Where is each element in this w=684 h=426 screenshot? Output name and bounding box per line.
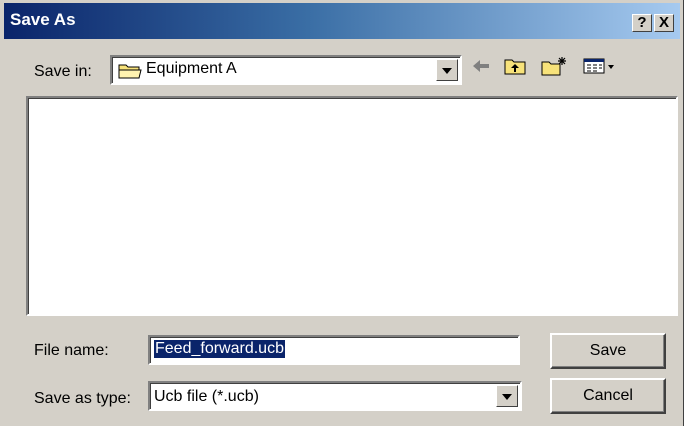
window-title: Save As bbox=[10, 10, 76, 29]
view-menu-icon[interactable] bbox=[582, 55, 618, 77]
save-as-type-value: Ucb file (*.ucb) bbox=[154, 388, 259, 405]
save-button[interactable]: Save bbox=[550, 333, 666, 369]
chevron-down-icon bbox=[502, 394, 512, 400]
chevron-down-icon bbox=[442, 68, 452, 74]
folder-icon bbox=[118, 64, 142, 79]
save-as-type-dropdown-button[interactable] bbox=[496, 385, 518, 407]
save-in-combo[interactable]: Equipment A bbox=[110, 55, 462, 85]
file-name-label: File name: bbox=[34, 342, 109, 359]
new-folder-icon[interactable] bbox=[540, 55, 570, 77]
back-arrow-icon[interactable] bbox=[470, 55, 492, 77]
save-as-dialog: Save As ? X Save in: Equipment A File na… bbox=[0, 0, 684, 426]
file-list-pane[interactable] bbox=[26, 96, 678, 316]
up-folder-icon[interactable] bbox=[503, 55, 527, 77]
file-name-input[interactable]: Feed_forward.ucb bbox=[148, 335, 520, 365]
help-button[interactable]: ? bbox=[632, 14, 652, 32]
save-in-value: Equipment A bbox=[146, 60, 237, 77]
save-as-type-combo[interactable]: Ucb file (*.ucb) bbox=[148, 381, 522, 411]
save-in-label: Save in: bbox=[34, 63, 92, 80]
title-bar[interactable]: Save As ? X bbox=[4, 3, 680, 39]
file-name-value: Feed_forward.ucb bbox=[154, 340, 285, 358]
cancel-button[interactable]: Cancel bbox=[550, 378, 666, 414]
save-as-type-label: Save as type: bbox=[34, 390, 131, 407]
close-button[interactable]: X bbox=[654, 14, 674, 32]
save-in-dropdown-button[interactable] bbox=[436, 59, 458, 81]
